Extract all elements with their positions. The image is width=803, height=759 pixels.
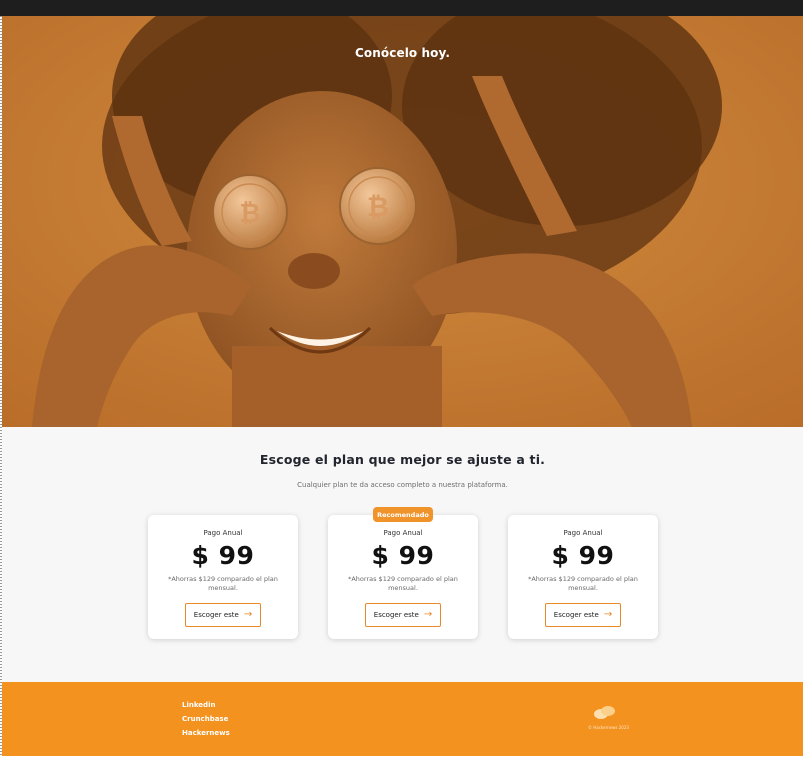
- footer-link-hackernews[interactable]: Hackernews: [182, 729, 230, 737]
- footer-link-crunchbase[interactable]: Crunchbase: [182, 715, 230, 723]
- hero-section: ₿ ₿ Conócelo hoy.: [2, 16, 803, 427]
- choose-plan-button[interactable]: Escoger este →: [365, 603, 441, 627]
- hero-image: ₿ ₿: [2, 16, 803, 427]
- choose-plan-label: Escoger este: [193, 611, 239, 619]
- choose-plan-button[interactable]: Escoger este →: [185, 603, 261, 627]
- hero-title: Conócelo hoy.: [355, 46, 450, 60]
- choose-plan-button[interactable]: Escoger este →: [545, 603, 621, 627]
- arrow-right-icon: →: [243, 609, 253, 620]
- plan-note: *Ahorras $129 comparado el plan mensual.: [168, 575, 278, 592]
- svg-text:₿: ₿: [239, 199, 260, 229]
- plan-period: Pago Anual: [203, 529, 243, 537]
- choose-plan-label: Escoger este: [373, 611, 419, 619]
- plan-card: Pago Anual $ 99 *Ahorras $129 comparado …: [148, 515, 298, 639]
- recommended-badge: Recomendado: [373, 507, 433, 522]
- pricing-title: Escoge el plan que mejor se ajuste a ti.: [259, 452, 546, 467]
- footer: Linkedin Crunchbase Hackernews © Hackern…: [2, 682, 803, 756]
- plan-price: $ 99: [191, 541, 255, 570]
- plan-period: Pago Anual: [383, 529, 423, 537]
- svg-text:₿: ₿: [367, 192, 389, 223]
- plan-note: *Ahorras $129 comparado el plan mensual.: [528, 575, 638, 592]
- footer-link-linkedin[interactable]: Linkedin: [182, 701, 230, 709]
- footer-links: Linkedin Crunchbase Hackernews: [182, 701, 230, 743]
- pricing-section: Escoge el plan que mejor se ajuste a ti.…: [2, 427, 803, 682]
- arrow-right-icon: →: [423, 609, 433, 620]
- footer-copyright: © Hackernews 2023: [588, 725, 629, 730]
- plan-price: $ 99: [371, 541, 435, 570]
- choose-plan-label: Escoger este: [553, 611, 599, 619]
- plan-card-recommended: Recomendado Pago Anual $ 99 *Ahorras $12…: [328, 507, 478, 639]
- pricing-subtitle: Cualquier plan te da acceso completo a n…: [297, 481, 508, 489]
- brand-blob-icon: [594, 706, 615, 719]
- plan-period: Pago Anual: [563, 529, 603, 537]
- plan-price: $ 99: [551, 541, 615, 570]
- top-bar: [0, 0, 803, 16]
- plan-note: *Ahorras $129 comparado el plan mensual.: [348, 575, 458, 592]
- plan-card: Pago Anual $ 99 *Ahorras $129 comparado …: [508, 515, 658, 639]
- arrow-right-icon: →: [603, 609, 613, 620]
